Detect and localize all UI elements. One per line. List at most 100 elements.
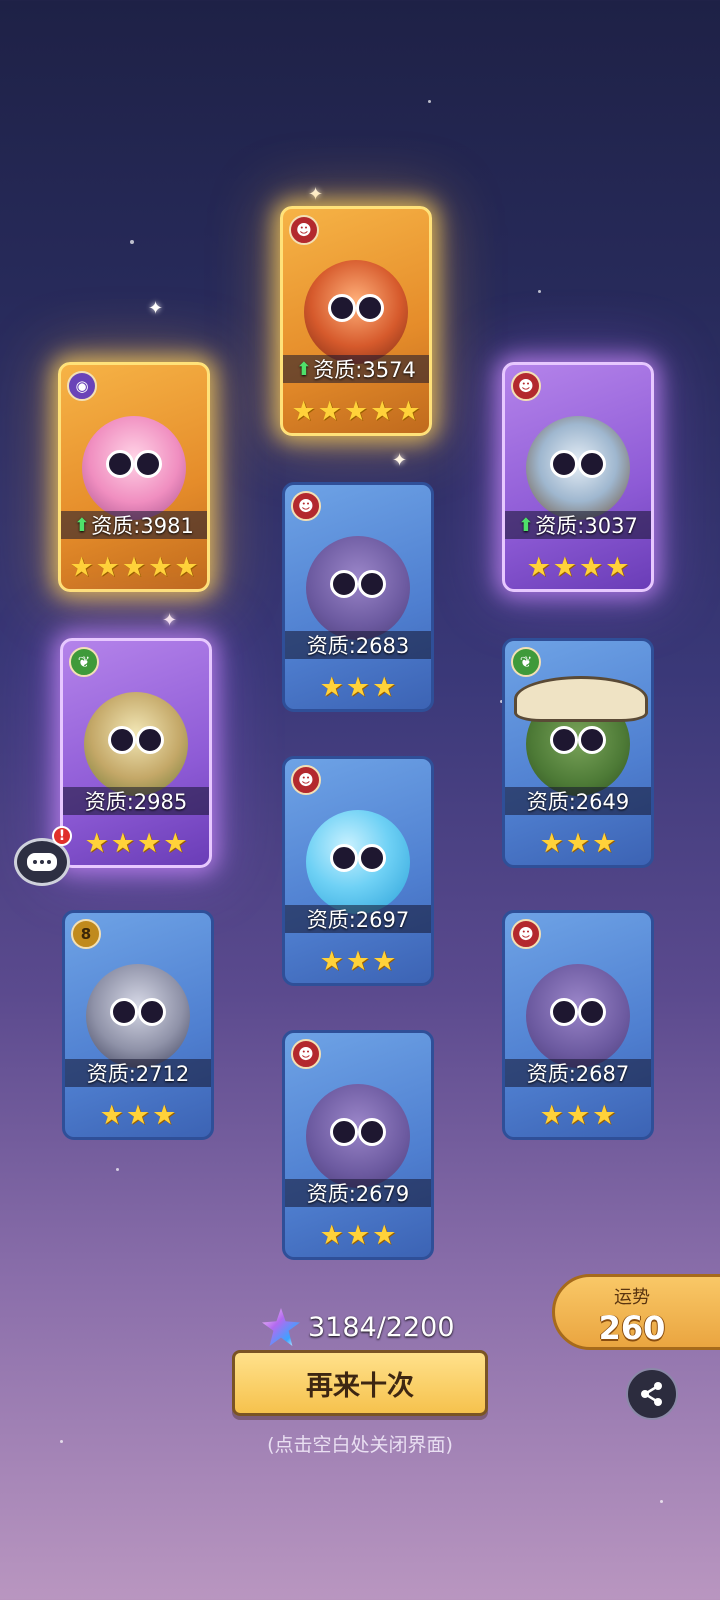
spiky-portrait-icon: [526, 963, 630, 1068]
star-icon: ★: [345, 1220, 371, 1251]
fire-element-icon: ☻: [511, 371, 541, 401]
star-rating: ★ ★ ★: [65, 1102, 211, 1129]
fire-element-icon: ☻: [291, 1039, 321, 1069]
fire-element-icon: ☻: [291, 491, 321, 521]
background-star: [428, 100, 431, 103]
fire-element-icon: ☻: [511, 919, 541, 949]
star-icon: ★: [319, 1220, 344, 1251]
star-icon: ★: [152, 1100, 177, 1131]
aptitude-stat: ⬆ 资质:3981: [61, 511, 207, 539]
star-rating: ★ ★ ★ ★ ★: [283, 398, 429, 425]
star-icon: ★: [372, 672, 397, 703]
nature-element-icon: ❦: [511, 647, 541, 677]
upgrade-arrow-icon: ⬆: [518, 514, 534, 536]
aptitude-value: 资质:2679: [306, 1182, 410, 1206]
hooded-portrait-icon: [526, 415, 630, 520]
star-icon: ★: [565, 828, 591, 859]
sparkle-icon: ✦: [162, 610, 178, 631]
star-rating: ★ ★ ★: [285, 1222, 431, 1249]
star-icon: ★: [95, 552, 120, 583]
star-icon: ★: [343, 396, 369, 427]
hero-card-hooded[interactable]: ☻ ⬆ 资质:3037 ★ ★ ★ ★: [502, 362, 654, 592]
background-star: [116, 1168, 119, 1171]
aptitude-value: 资质:3574: [313, 358, 416, 382]
star-rating: ★ ★ ★: [505, 830, 651, 857]
aptitude-value: 资质:2683: [306, 634, 410, 658]
upgrade-arrow-icon: ⬆: [74, 514, 90, 536]
hero-card-slime[interactable]: ☻ 资质:2697 ★ ★ ★: [282, 756, 434, 986]
fire-element-icon: ☻: [291, 765, 321, 795]
star-rating: ★ ★ ★ ★ ★: [61, 554, 207, 581]
star-icon: ★: [370, 396, 395, 427]
star-icon: ★: [592, 1100, 617, 1131]
star-icon: ★: [163, 828, 188, 859]
star-rating: ★ ★ ★: [285, 948, 431, 975]
hero-card-spiky-3[interactable]: ☻ 资质:2679 ★ ★ ★: [282, 1030, 434, 1260]
star-icon: ★: [148, 552, 173, 583]
star-gem-icon: [262, 1308, 300, 1346]
fire-element-icon: ☻: [289, 215, 319, 245]
hero-card-spiky-1[interactable]: ☻ 资质:2683 ★ ★ ★: [282, 482, 434, 712]
hero-card-spiky-2[interactable]: ☻ 资质:2687 ★ ★ ★: [502, 910, 654, 1140]
aptitude-value: 资质:2687: [526, 1062, 630, 1086]
fortune-label: 运势: [614, 1287, 650, 1308]
star-icon: ★: [110, 828, 135, 859]
star-icon: ★: [396, 396, 421, 427]
star-icon: ★: [121, 552, 147, 583]
aptitude-stat: ⬆ 资质:3037: [505, 511, 651, 539]
star-rating: ★ ★ ★: [505, 1102, 651, 1129]
sparkle-icon: ✦: [148, 298, 164, 319]
aptitude-value: 资质:2649: [526, 790, 630, 814]
alert-badge: !: [52, 826, 72, 846]
spiky-portrait-icon: [306, 535, 410, 640]
upgrade-arrow-icon: ⬆: [296, 358, 312, 380]
aptitude-stat: ⬆ 资质:3574: [283, 355, 429, 383]
aptitude-stat: 资质:2697: [285, 905, 431, 933]
aptitude-stat: 资质:2683: [285, 631, 431, 659]
aptitude-stat: 资质:2649: [505, 787, 651, 815]
aptitude-stat: 资质:2687: [505, 1059, 651, 1087]
nature-element-icon: ❦: [69, 647, 99, 677]
hero-card-lion[interactable]: ☻ ⬆ 资质:3574 ★ ★ ★ ★ ★: [280, 206, 432, 436]
hero-card-pink-girl[interactable]: ◉ ⬆ 资质:3981 ★ ★ ★ ★ ★: [58, 362, 210, 592]
aptitude-value: 资质:2985: [84, 790, 188, 814]
star-icon: ★: [69, 552, 94, 583]
star-icon: ★: [605, 552, 630, 583]
star-icon: ★: [125, 1100, 151, 1131]
aptitude-value: 资质:3981: [91, 514, 194, 538]
background-star: [130, 240, 134, 244]
lion-portrait-icon: [304, 259, 408, 364]
aptitude-value: 资质:2697: [306, 908, 410, 932]
summon-ten-again-button[interactable]: 再来十次: [232, 1350, 488, 1416]
slime-portrait-icon: [306, 809, 410, 914]
cactus-portrait-icon: [514, 675, 648, 796]
hero-card-ogre[interactable]: 8 资质:2712 ★ ★ ★: [62, 910, 214, 1140]
star-icon: ★: [319, 946, 344, 977]
currency-amount: 3184/2200: [308, 1311, 455, 1343]
star-icon: ★: [539, 1100, 564, 1131]
star-icon: ★: [174, 552, 199, 583]
sparkle-icon: ✦: [392, 450, 408, 471]
knight-portrait-icon: [84, 691, 188, 796]
aptitude-stat: 资质:2679: [285, 1179, 431, 1207]
girl-portrait-icon: [82, 415, 186, 520]
star-icon: ★: [592, 828, 617, 859]
star-icon: ★: [526, 552, 551, 583]
sparkle-icon: ✦: [308, 184, 324, 205]
close-hint: (点击空白处关闭界面): [267, 1434, 453, 1456]
star-rating: ★ ★ ★ ★: [63, 830, 209, 857]
background-star: [660, 1500, 663, 1503]
hero-card-knight[interactable]: ❦ 资质:2985 ★ ★ ★ ★: [60, 638, 212, 868]
star-icon: ★: [579, 552, 604, 583]
star-icon: ★: [552, 552, 577, 583]
star-rating: ★ ★ ★ ★: [505, 554, 651, 581]
fortune-value: 260: [598, 1309, 666, 1347]
star-icon: ★: [291, 396, 316, 427]
currency-display: 3184/2200: [262, 1304, 482, 1350]
aptitude-value: 资质:3037: [535, 514, 638, 538]
hero-card-cactus[interactable]: ❦ 资质:2649 ★ ★ ★: [502, 638, 654, 868]
fortune-panel[interactable]: 运势 260: [552, 1274, 720, 1350]
share-button[interactable]: [626, 1368, 678, 1420]
star-icon: ★: [99, 1100, 124, 1131]
star-icon: ★: [319, 672, 344, 703]
